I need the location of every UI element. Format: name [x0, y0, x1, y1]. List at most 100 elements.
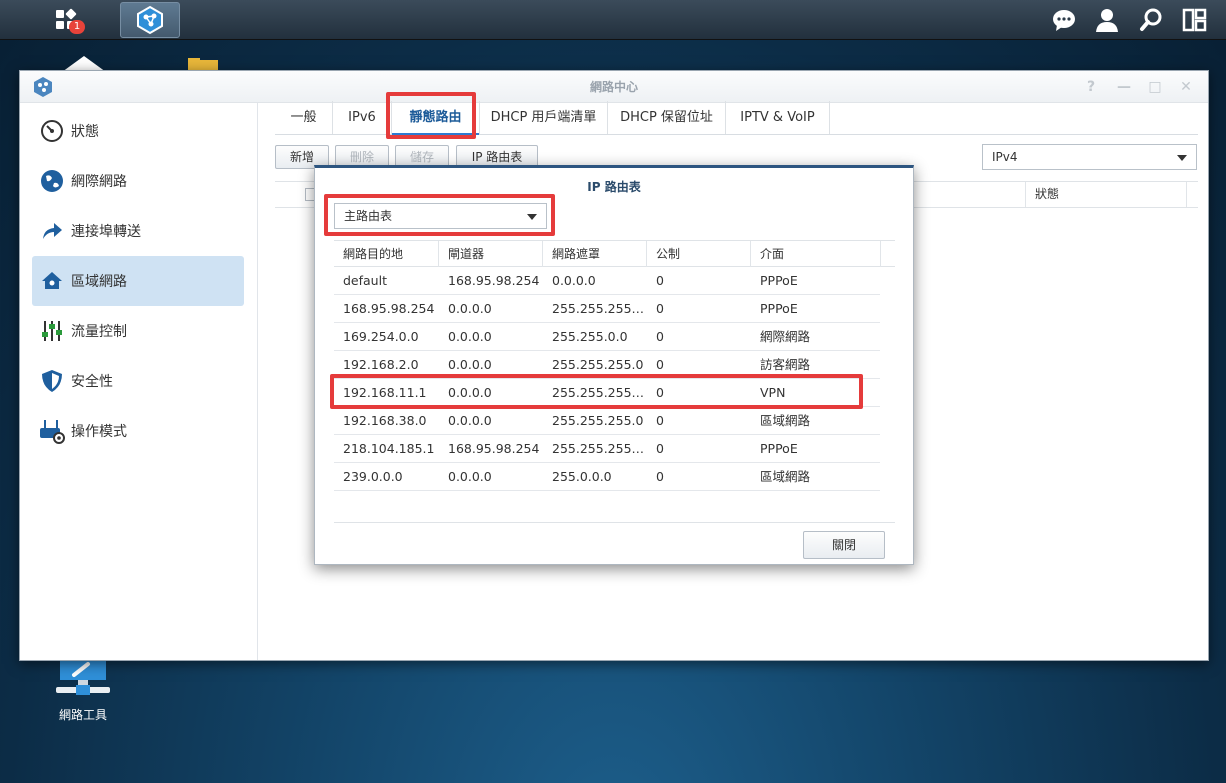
desktop-network-tools[interactable]: 網路工具 — [48, 660, 118, 723]
table-header: 網路目的地 閘道器 網路遮罩 公制 介面 — [334, 240, 895, 267]
cell-destination: 192.168.11.1 — [343, 385, 427, 400]
cell-interface: 網際網路 — [760, 329, 811, 344]
column-divider — [1186, 182, 1187, 207]
cell-metric: 0 — [656, 301, 664, 316]
sidebar-item-internet[interactable]: 網際網路 — [32, 156, 244, 206]
sidebar-item-status[interactable]: 狀態 — [32, 106, 244, 156]
home-network-icon — [39, 268, 65, 294]
tab-ipv6[interactable]: IPv6 — [333, 101, 392, 134]
chevron-down-icon — [527, 214, 537, 220]
tab-bar: 一般 IPv6 靜態路由 DHCP 用戶端清單 DHCP 保留位址 IPTV &… — [275, 101, 1198, 135]
widgets-icon[interactable] — [1181, 6, 1209, 34]
cell-metric: 0 — [656, 441, 664, 456]
main-menu-button[interactable]: 1 — [36, 2, 96, 38]
window-titlebar[interactable]: 網路中心 ? — □ ✕ — [20, 71, 1208, 103]
desktop-folder-icon — [188, 52, 218, 72]
cell-gateway: 168.95.98.254 — [448, 441, 540, 456]
shield-icon — [39, 368, 65, 394]
close-button[interactable]: ✕ — [1178, 79, 1194, 95]
cell-interface: VPN — [760, 385, 786, 400]
cell-gateway: 0.0.0.0 — [448, 385, 492, 400]
cell-gateway: 0.0.0.0 — [448, 413, 492, 428]
cell-netmask: 255.255.255.0 — [552, 413, 644, 428]
forward-arrow-icon — [39, 218, 65, 244]
network-tools-label: 網路工具 — [58, 708, 107, 722]
cell-metric: 0 — [656, 329, 664, 344]
cell-interface: PPPoE — [760, 441, 798, 456]
sidebar-item-traffic-control[interactable]: 流量控制 — [32, 306, 244, 356]
close-dialog-button[interactable]: 關閉 — [803, 531, 885, 559]
column-header-netmask: 網路遮罩 — [543, 241, 647, 267]
sidebar-item-operation-mode[interactable]: 操作模式 — [32, 406, 244, 456]
cell-destination: 169.254.0.0 — [343, 329, 419, 344]
ip-routing-table-dialog: IP 路由表 主路由表 網路目的地 閘道器 網路遮罩 公制 介面 default… — [314, 165, 914, 565]
table-row[interactable]: 192.168.2.0 0.0.0.0 255.255.255.0 0 訪客網路 — [334, 351, 880, 379]
search-icon[interactable] — [1138, 6, 1166, 34]
chat-icon[interactable] — [1050, 6, 1078, 34]
table-row[interactable]: 192.168.11.1 0.0.0.0 255.255.255.255 0 V… — [334, 379, 880, 407]
column-divider — [1025, 182, 1026, 207]
tab-general[interactable]: 一般 — [275, 101, 333, 134]
network-center-icon — [137, 5, 163, 35]
cell-metric: 0 — [656, 385, 664, 400]
column-header-interface: 介面 — [751, 241, 881, 267]
cell-interface: PPPoE — [760, 273, 798, 288]
table-row[interactable]: 168.95.98.254 0.0.0.0 255.255.255.255 0 … — [334, 295, 880, 323]
cell-netmask: 255.255.0.0 — [552, 329, 628, 344]
tab-dhcp-clients[interactable]: DHCP 用戶端清單 — [480, 101, 608, 134]
router-gear-icon — [39, 418, 65, 444]
cell-metric: 0 — [656, 413, 664, 428]
routing-table-select[interactable]: 主路由表 — [334, 203, 547, 229]
cell-metric: 0 — [656, 273, 664, 288]
network-tools-icon — [54, 660, 112, 700]
sidebar-item-label: 流量控制 — [71, 324, 127, 340]
sidebar-item-label: 操作模式 — [71, 424, 127, 440]
sidebar-item-label: 連接埠轉送 — [71, 224, 141, 240]
routing-table-value: 主路由表 — [344, 209, 393, 223]
taskbar: 1 — [0, 0, 1226, 40]
network-center-logo-icon — [34, 77, 52, 97]
cell-interface: 區域網路 — [760, 413, 811, 428]
network-center-taskbar-button[interactable] — [120, 2, 180, 38]
dialog-footer-divider — [334, 522, 895, 523]
tab-label: 靜態路由 — [409, 110, 462, 125]
ip-version-select[interactable]: IPv4 — [982, 144, 1197, 170]
window-title: 網路中心 — [589, 80, 638, 94]
cell-destination: 239.0.0.0 — [343, 469, 403, 484]
table-row[interactable]: default 168.95.98.254 0.0.0.0 0 PPPoE — [334, 267, 880, 295]
cell-destination: default — [343, 273, 387, 288]
ip-version-value: IPv4 — [992, 150, 1018, 164]
sidebar-item-port-forwarding[interactable]: 連接埠轉送 — [32, 206, 244, 256]
table-row[interactable]: 218.104.185.1 168.95.98.254 255.255.255.… — [334, 435, 880, 463]
cell-netmask: 255.255.255.0 — [552, 357, 644, 372]
cell-interface: 區域網路 — [760, 469, 811, 484]
column-header-metric: 公制 — [647, 241, 751, 267]
notification-badge: 1 — [69, 20, 85, 34]
table-row[interactable]: 169.254.0.0 0.0.0.0 255.255.0.0 0 網際網路 — [334, 323, 880, 351]
tab-dhcp-reservation[interactable]: DHCP 保留位址 — [608, 101, 726, 134]
help-button[interactable]: ? — [1083, 79, 1099, 95]
sidebar-item-label: 區域網路 — [71, 274, 127, 290]
cell-netmask: 255.255.255.255 — [552, 385, 647, 400]
column-header-status: 狀態 — [1035, 187, 1060, 201]
minimize-button[interactable]: — — [1116, 79, 1132, 95]
sidebar-item-local-network[interactable]: 區域網路 — [32, 256, 244, 306]
maximize-button[interactable]: □ — [1147, 79, 1163, 95]
active-tab-indicator — [392, 133, 479, 135]
sidebar-item-label: 狀態 — [71, 124, 99, 140]
tab-iptv-voip[interactable]: IPTV & VoIP — [726, 101, 830, 134]
sidebar-item-label: 安全性 — [71, 374, 113, 390]
table-row[interactable]: 239.0.0.0 0.0.0.0 255.0.0.0 0 區域網路 — [334, 463, 880, 491]
cell-destination: 218.104.185.1 — [343, 441, 435, 456]
cell-gateway: 168.95.98.254 — [448, 273, 540, 288]
sidebar-item-security[interactable]: 安全性 — [32, 356, 244, 406]
column-header-gateway: 閘道器 — [439, 241, 543, 267]
globe-icon — [39, 168, 65, 194]
user-icon[interactable] — [1093, 6, 1121, 34]
table-row[interactable]: 192.168.38.0 0.0.0.0 255.255.255.0 0 區域網… — [334, 407, 880, 435]
cell-gateway: 0.0.0.0 — [448, 301, 492, 316]
tab-static-route[interactable]: 靜態路由 — [392, 101, 480, 135]
desktop-icon-partial — [58, 52, 110, 72]
cell-netmask: 255.255.255.255 — [552, 441, 647, 456]
sliders-icon — [39, 318, 65, 344]
